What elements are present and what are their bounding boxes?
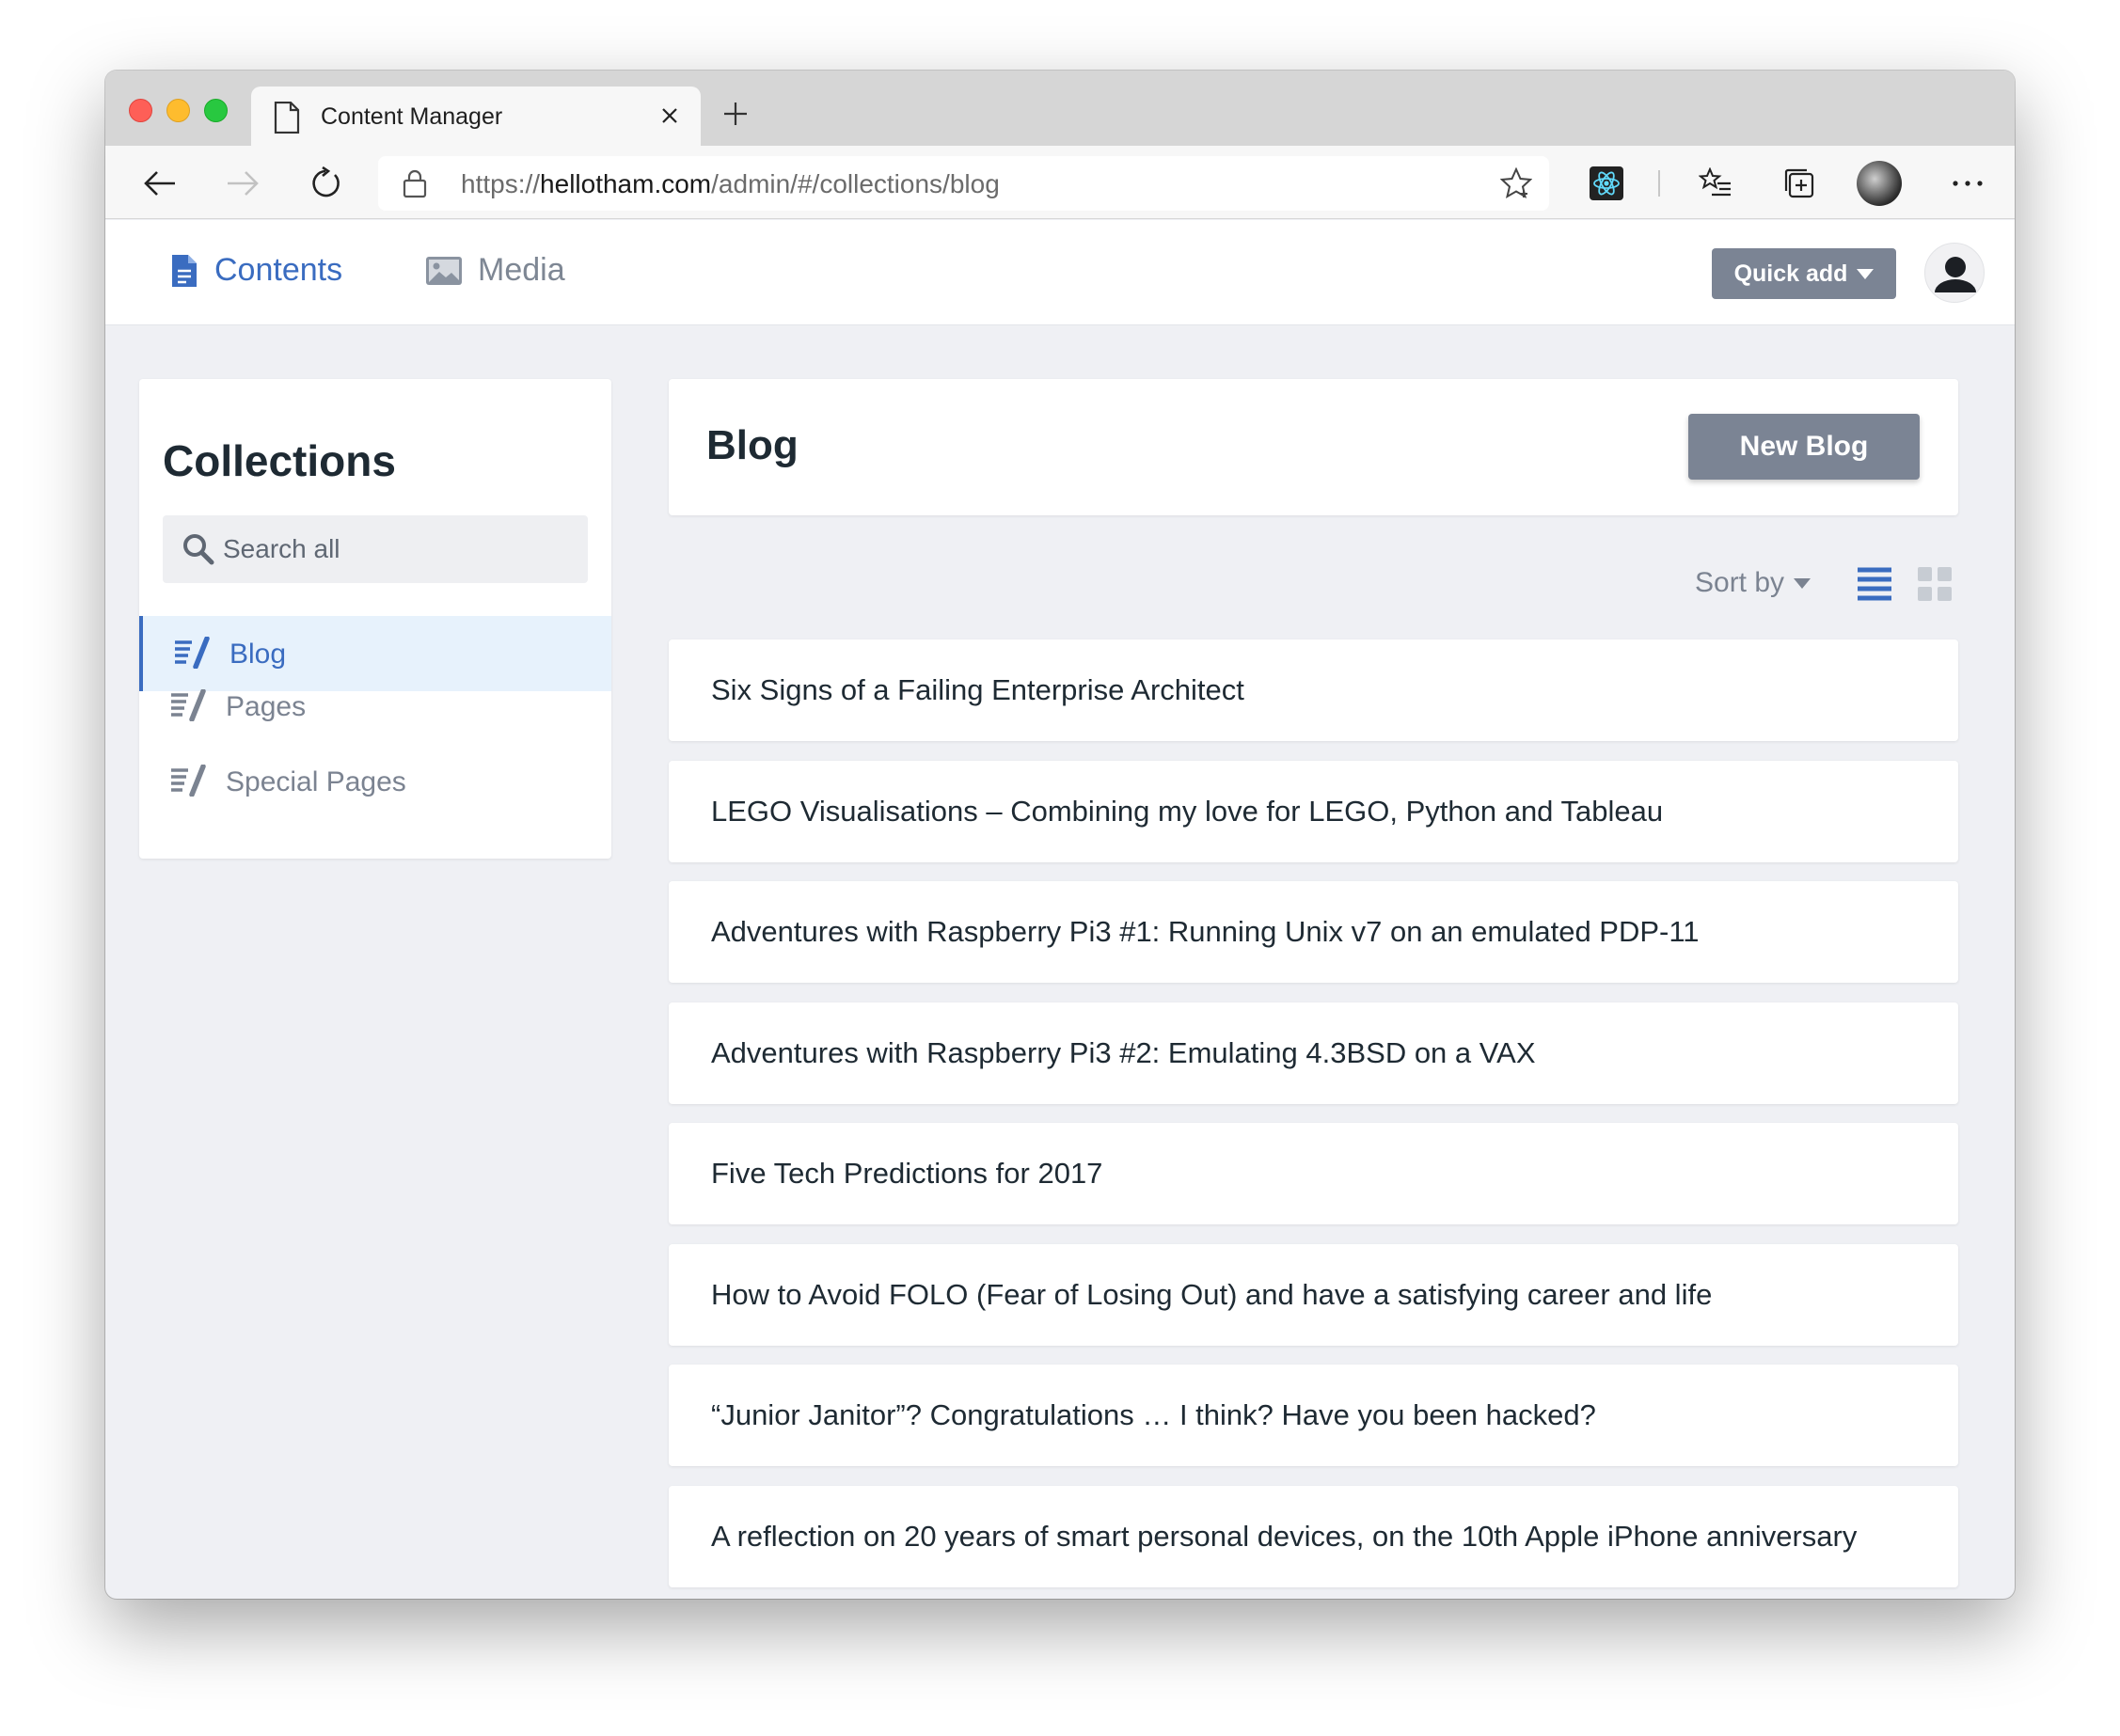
image-icon [425, 256, 463, 286]
sort-by-dropdown[interactable]: Sort by [1695, 567, 1811, 599]
collections-sidebar: Collections Search all Blog Pages Specia… [139, 379, 611, 859]
document-icon [169, 253, 199, 289]
nav-contents[interactable]: Contents [169, 252, 342, 289]
collections-icon[interactable] [1779, 163, 1820, 204]
url-text[interactable]: https://hellotham.com/admin/#/collection… [461, 169, 1000, 199]
entry-card[interactable]: How to Avoid FOLO (Fear of Losing Out) a… [669, 1244, 1958, 1346]
sidebar-item-label: Blog [229, 639, 287, 670]
nav-media[interactable]: Media [425, 252, 565, 289]
sidebar-item-special-pages[interactable]: Special Pages [139, 744, 611, 819]
entry-title: A reflection on 20 years of smart person… [711, 1520, 1858, 1553]
more-options-icon[interactable] [1947, 163, 1988, 204]
new-tab-icon[interactable] [717, 95, 754, 133]
caret-down-icon [1857, 268, 1875, 279]
react-devtools-icon[interactable] [1586, 163, 1627, 204]
quick-add-label: Quick add [1733, 260, 1848, 287]
browser-tab[interactable]: Content Manager [251, 87, 701, 146]
browser-profile-avatar[interactable] [1857, 161, 1902, 206]
browser-toolbar: https://hellotham.com/admin/#/collection… [105, 146, 2015, 219]
search-icon [182, 532, 215, 571]
minimize-window-button[interactable] [166, 99, 190, 122]
entry-card[interactable]: “Junior Janitor”? Congratulations … I th… [669, 1365, 1958, 1466]
entry-card[interactable]: Adventures with Raspberry Pi3 #2: Emulat… [669, 1002, 1958, 1104]
address-bar[interactable]: https://hellotham.com/admin/#/collection… [378, 156, 1549, 211]
entry-title: Adventures with Raspberry Pi3 #2: Emulat… [711, 1036, 1536, 1069]
favorites-icon[interactable] [1695, 163, 1736, 204]
tab-title: Content Manager [321, 103, 503, 130]
sort-by-label: Sort by [1695, 567, 1785, 598]
back-icon[interactable] [139, 163, 181, 204]
entry-card[interactable]: Five Tech Predictions for 2017 [669, 1123, 1958, 1224]
forward-icon[interactable] [222, 163, 263, 204]
grid-view-icon[interactable] [1917, 565, 1953, 608]
entry-card[interactable]: Six Signs of a Failing Enterprise Archit… [669, 639, 1958, 741]
entry-title: How to Avoid FOLO (Fear of Losing Out) a… [711, 1278, 1713, 1311]
search-input[interactable]: Search all [163, 515, 588, 583]
lock-icon[interactable] [403, 168, 427, 203]
sidebar-item-pages[interactable]: Pages [139, 669, 611, 744]
toolbar-divider [1658, 170, 1660, 197]
entry-title: Six Signs of a Failing Enterprise Archit… [711, 673, 1244, 706]
tab-strip: Content Manager [105, 71, 2015, 146]
new-blog-button[interactable]: New Blog [1688, 414, 1920, 480]
collection-icon [169, 764, 207, 801]
quick-add-button[interactable]: Quick add [1712, 248, 1896, 299]
url-scheme: https:// [461, 169, 541, 198]
entry-title: Adventures with Raspberry Pi3 #1: Runnin… [711, 915, 1700, 948]
url-path: /admin/#/collections/blog [711, 169, 1000, 198]
user-icon [1935, 257, 1976, 292]
entry-title: LEGO Visualisations – Combining my love … [711, 795, 1664, 828]
favorite-star-icon[interactable] [1499, 166, 1533, 204]
nav-media-label: Media [478, 252, 565, 288]
caret-down-icon [1794, 577, 1811, 589]
page-icon [274, 101, 300, 134]
sidebar-title: Collections [163, 436, 396, 485]
sidebar-item-label: Special Pages [226, 766, 406, 797]
entry-title: Five Tech Predictions for 2017 [711, 1157, 1103, 1190]
browser-window: Content Manager https://hellotham.com/ad… [105, 71, 2015, 1599]
close-tab-icon[interactable] [652, 98, 688, 134]
nav-contents-label: Contents [214, 252, 343, 288]
entry-card[interactable]: A reflection on 20 years of smart person… [669, 1486, 1958, 1587]
collection-icon [169, 688, 207, 726]
page-title: Blog [706, 422, 799, 468]
entry-title: “Junior Janitor”? Congratulations … I th… [711, 1398, 1596, 1431]
sidebar-item-label: Pages [226, 691, 307, 722]
search-placeholder: Search all [223, 534, 340, 563]
maximize-window-button[interactable] [204, 99, 228, 122]
reload-icon[interactable] [305, 163, 346, 204]
close-window-button[interactable] [129, 99, 152, 122]
collection-header: Blog New Blog [669, 379, 1958, 515]
user-avatar[interactable] [1924, 243, 1985, 303]
entry-card[interactable]: Adventures with Raspberry Pi3 #1: Runnin… [669, 881, 1958, 983]
list-view-icon[interactable] [1857, 565, 1892, 608]
entry-card[interactable]: LEGO Visualisations – Combining my love … [669, 761, 1958, 862]
app-header: Contents Media Quick add [105, 220, 2015, 325]
url-host: hellotham.com [540, 169, 712, 198]
